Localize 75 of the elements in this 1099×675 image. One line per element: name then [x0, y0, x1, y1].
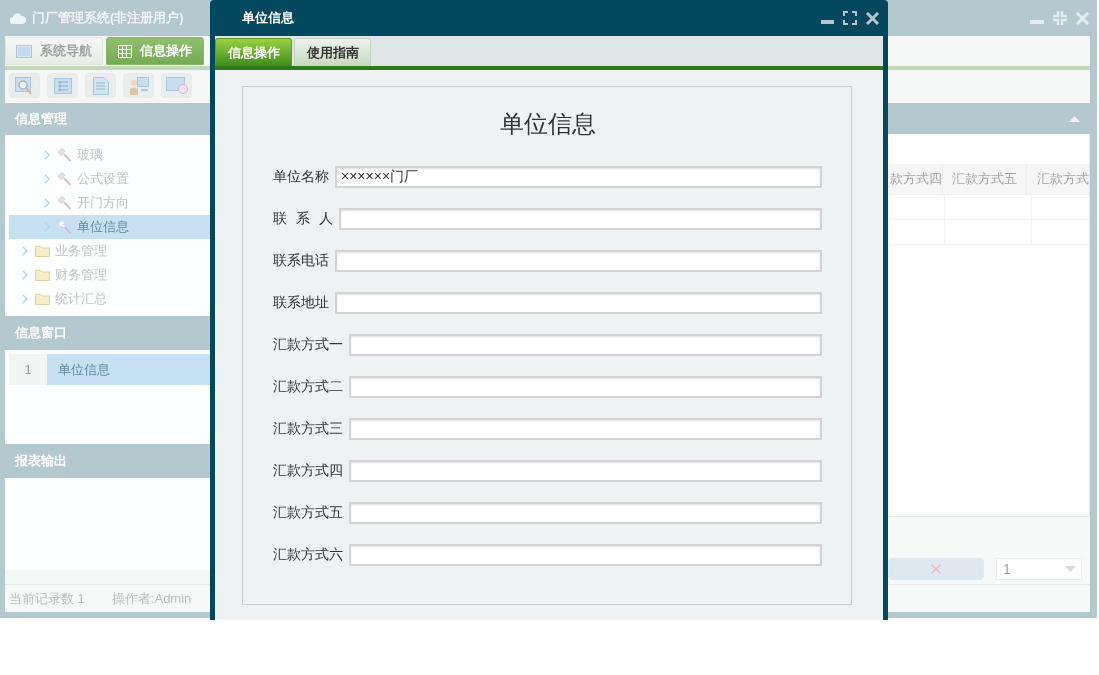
app-title: 门厂管理系统(非注册用户) — [32, 9, 184, 27]
tab[interactable]: 使用指南 — [294, 38, 371, 66]
field-label: 汇款方式二 — [273, 378, 343, 396]
tree-item[interactable]: 单位信息 — [9, 215, 210, 239]
chevron-icon — [22, 270, 28, 280]
field-label: 汇款方式五 — [273, 504, 343, 522]
close-icon[interactable] — [866, 11, 879, 25]
folder-icon — [35, 245, 50, 257]
chevron-icon — [44, 198, 50, 208]
field-label: 联系地址 — [273, 294, 329, 312]
tab[interactable]: 信息操作 — [215, 38, 292, 66]
folder-icon — [35, 269, 50, 281]
row-number: 1 — [9, 354, 47, 385]
user-screen-icon — [128, 76, 149, 95]
cloud-logo-icon — [10, 12, 26, 24]
document-icon — [92, 76, 109, 95]
field-label: 联系电话 — [273, 252, 329, 270]
minimize-icon[interactable] — [1030, 20, 1044, 24]
dialog-title: 单位信息 — [242, 9, 294, 27]
toolbar-button[interactable] — [47, 73, 78, 98]
field-label: 汇款方式三 — [273, 420, 343, 438]
text-input[interactable] — [335, 250, 822, 272]
list-icon — [53, 77, 72, 94]
column-header: 汇款方式 — [1036, 170, 1089, 188]
text-input[interactable] — [349, 460, 822, 482]
search-icon — [14, 76, 35, 95]
text-input[interactable] — [335, 292, 822, 314]
tool-icon — [57, 172, 72, 186]
maximize-icon[interactable] — [843, 11, 857, 25]
chevron-icon — [22, 294, 28, 304]
tree-item[interactable]: 公式设置 — [9, 167, 210, 191]
toolbar-button[interactable] — [161, 73, 192, 98]
field-label: 汇款方式四 — [273, 462, 343, 480]
record-count: 当前记录数 1 — [9, 589, 85, 608]
minimize-icon[interactable] — [821, 20, 834, 24]
chevron-icon — [44, 174, 50, 184]
field-label: 单位名称 — [273, 168, 329, 186]
toolbar-button[interactable] — [123, 73, 154, 98]
field-label: 联 系 人 — [273, 210, 333, 228]
text-input[interactable] — [349, 502, 822, 524]
form-heading: 单位信息 — [498, 109, 597, 139]
tool-icon — [57, 220, 72, 234]
tree-item[interactable]: 业务管理 — [9, 239, 210, 263]
field-label: 汇款方式一 — [273, 336, 343, 354]
text-input[interactable] — [349, 376, 822, 398]
caret-up-icon[interactable] — [1069, 115, 1080, 122]
clear-button[interactable] — [888, 558, 984, 580]
restore-icon[interactable] — [1053, 11, 1067, 25]
panel-title: 信息窗口 — [15, 324, 67, 342]
text-input[interactable]: ××××××门厂 — [335, 166, 822, 188]
window-list-item[interactable]: 1 单位信息 — [9, 354, 210, 385]
tab[interactable]: 信息操作 — [106, 37, 204, 65]
monitor-icon — [16, 44, 32, 58]
tree-item[interactable]: 财务管理 — [9, 263, 210, 287]
tool-icon — [57, 148, 72, 162]
panel-title: 信息管理 — [15, 110, 67, 128]
column-header: 汇款方式五 — [943, 164, 1027, 194]
page-select[interactable]: 1 — [996, 558, 1082, 580]
folder-icon — [35, 293, 50, 305]
text-input[interactable] — [349, 544, 822, 566]
cross-icon — [931, 564, 941, 574]
chevron-icon — [44, 222, 50, 232]
tab[interactable]: 系统导航 — [5, 37, 103, 65]
text-input[interactable] — [349, 334, 822, 356]
chevron-icon — [22, 246, 28, 256]
text-input[interactable] — [338, 208, 822, 230]
toolbar-button[interactable] — [85, 73, 116, 98]
grid-icon — [118, 44, 132, 58]
chevron-icon — [44, 150, 50, 160]
field-label: 汇款方式六 — [273, 546, 343, 564]
tool-icon — [57, 196, 72, 210]
text-input[interactable] — [349, 418, 822, 440]
panel-title: 报表输出 — [15, 452, 67, 470]
toolbar-button[interactable] — [9, 73, 40, 98]
caret-down-icon — [1065, 566, 1076, 572]
